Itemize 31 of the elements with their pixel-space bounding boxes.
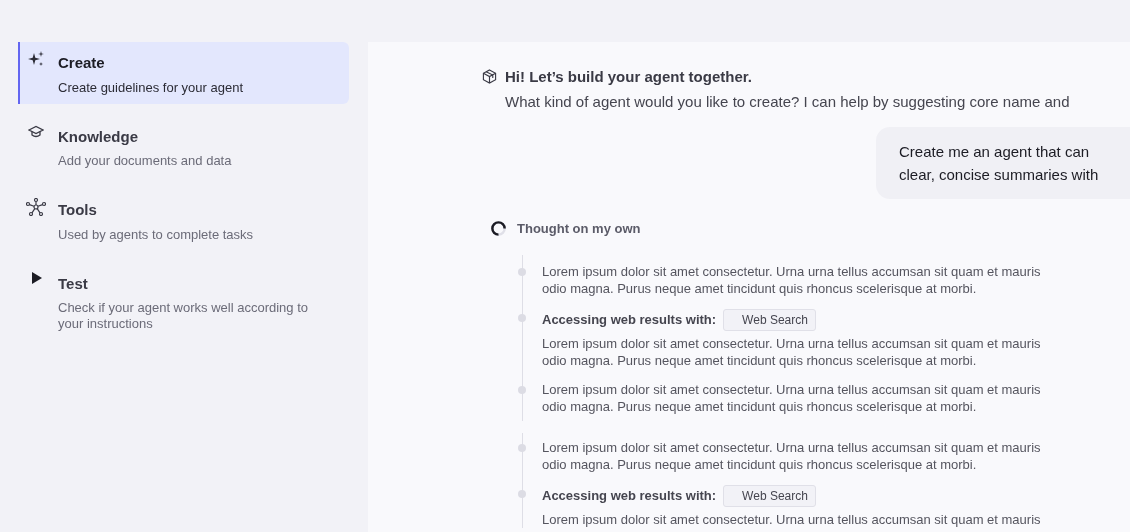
step-text: Lorem ipsum dolor sit amet consectetur. Urna urna tellus accumsan sit quam et mauris odio magna. Purus neque amet tincidunt quis rhoncus scelerisque at morbi. bbox=[542, 334, 1042, 369]
item-title: Knowledge bbox=[58, 126, 139, 147]
item-subtitle: Used by agents to complete tasks bbox=[58, 226, 255, 243]
spinner-icon bbox=[490, 220, 507, 238]
step-text: Lorem ipsum dolor sit amet consectetur. Urna urna tellus accumsan sit quam et mauris odio magna. Purus neque amet tincidunt quis rhoncus scelerisque at morbi. bbox=[542, 438, 1042, 473]
step-text: Lorem ipsum dolor sit amet consectetur. Urna urna tellus accumsan sit quam et mauris odio magna. Purus neque amet tincidunt quis rhoncus scelerisque at morbi. bbox=[542, 380, 1042, 415]
item-subtitle: Create guidelines for your agent bbox=[58, 79, 244, 96]
sidebar-item[interactable]: Create Create guidelines for your agent bbox=[18, 42, 349, 104]
item-subtitle: Add your documents and data bbox=[58, 153, 233, 169]
thought-label: Thought on my own bbox=[517, 220, 641, 238]
sparkles-icon bbox=[28, 51, 44, 67]
sidebar-item[interactable]: Tools Used by agents to complete tasks bbox=[18, 189, 349, 251]
greeting-message: What kind of agent would you like to create? I can help by suggesting core name and bbox=[505, 91, 1070, 112]
tool-chip: Web Search bbox=[723, 484, 816, 507]
sidebar-item[interactable]: Knowledge Add your documents and data bbox=[18, 115, 349, 177]
tool-chip: Web Search bbox=[723, 308, 816, 331]
sidebar-item[interactable]: Test Check if your agent works well according to your instructions bbox=[18, 262, 349, 340]
play-icon bbox=[30, 271, 42, 284]
step-text: Lorem ipsum dolor sit amet consectetur. Urna urna tellus accumsan sit quam et mauris bbox=[542, 510, 1042, 528]
network-icon bbox=[26, 198, 46, 216]
item-title: Tools bbox=[58, 200, 98, 220]
cube-icon bbox=[482, 69, 497, 84]
graduation-cap-icon bbox=[28, 124, 44, 139]
step-text: Lorem ipsum dolor sit amet consectetur. Urna urna tellus accumsan sit quam et mauris odio magna. Purus neque amet tincidunt quis rhoncus scelerisque at morbi. bbox=[542, 262, 1042, 297]
item-subtitle: Check if your agent works well according to your instructions bbox=[58, 300, 309, 332]
tool-label: Accessing web results with: bbox=[542, 486, 717, 505]
greeting-title: Hi! Let’s build your agent together. bbox=[505, 67, 753, 87]
item-title: Create bbox=[58, 53, 106, 73]
item-title: Test bbox=[58, 273, 89, 294]
user-message: Create me an agent that can clear, concise summaries with bbox=[876, 127, 1130, 199]
tool-label: Accessing web results with: bbox=[542, 310, 717, 329]
